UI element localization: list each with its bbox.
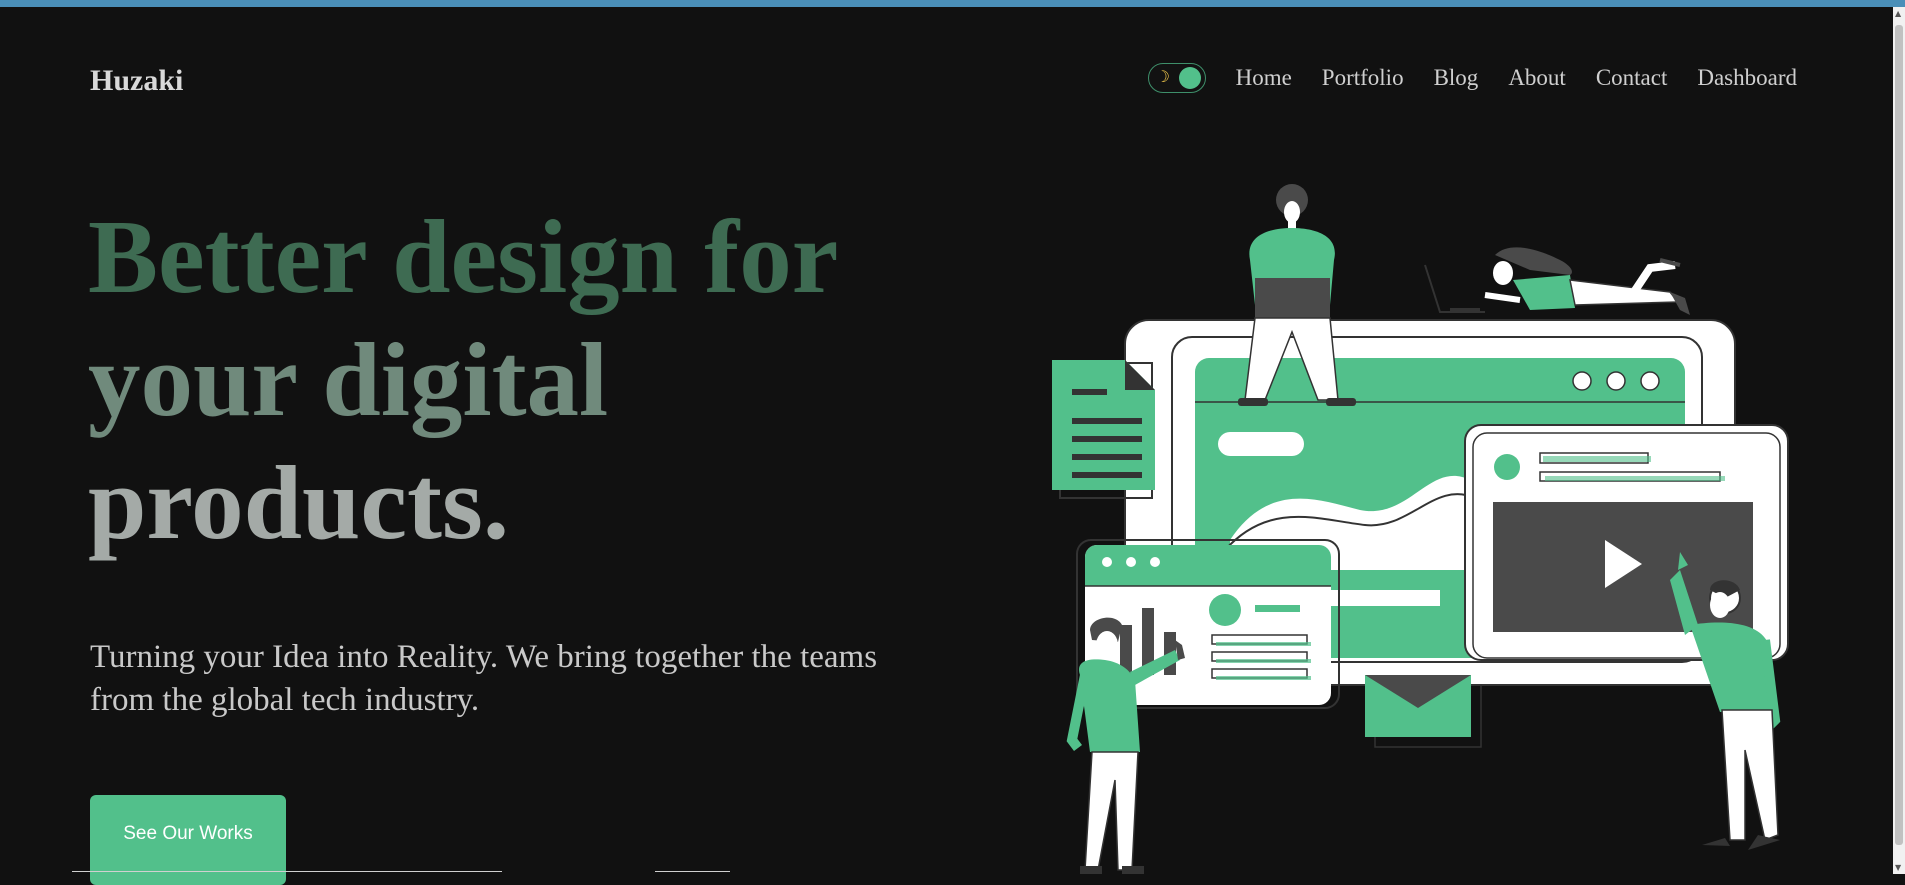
nav-dashboard[interactable]: Dashboard bbox=[1697, 65, 1797, 91]
divider bbox=[72, 871, 502, 872]
nav-contact[interactable]: Contact bbox=[1596, 65, 1668, 91]
hero-headline: Better design for your digital products. bbox=[88, 195, 838, 564]
theme-toggle[interactable]: ☽ bbox=[1147, 63, 1206, 93]
document-card bbox=[1052, 360, 1155, 499]
envelope-icon bbox=[1365, 675, 1482, 748]
main-nav: ☽ Home Portfolio Blog About Contact Dash… bbox=[1147, 63, 1797, 93]
toggle-knob bbox=[1178, 67, 1201, 89]
scroll-down-icon[interactable]: ▼ bbox=[1895, 863, 1901, 872]
headline-line-3: products. bbox=[88, 444, 510, 561]
scrollbar-thumb[interactable] bbox=[1895, 25, 1903, 845]
site-logo[interactable]: Huzaki bbox=[90, 64, 183, 98]
nav-home[interactable]: Home bbox=[1236, 65, 1292, 91]
divider bbox=[655, 871, 730, 872]
nav-about[interactable]: About bbox=[1508, 65, 1566, 91]
scroll-up-icon[interactable]: ▲ bbox=[1895, 9, 1901, 18]
person-lying bbox=[1424, 247, 1690, 315]
scrollbar[interactable]: ▲ ▼ bbox=[1893, 7, 1905, 874]
moon-icon: ☽ bbox=[1155, 67, 1170, 86]
nav-portfolio[interactable]: Portfolio bbox=[1322, 65, 1404, 91]
headline-line-2: your digital bbox=[88, 321, 609, 438]
browser-top-strip bbox=[0, 0, 1905, 7]
headline-line-1: Better design for bbox=[88, 198, 839, 315]
hero-illustration bbox=[1052, 184, 1789, 874]
hero-subtitle: Turning your Idea into Reality. We bring… bbox=[90, 639, 878, 718]
nav-blog[interactable]: Blog bbox=[1434, 65, 1479, 91]
